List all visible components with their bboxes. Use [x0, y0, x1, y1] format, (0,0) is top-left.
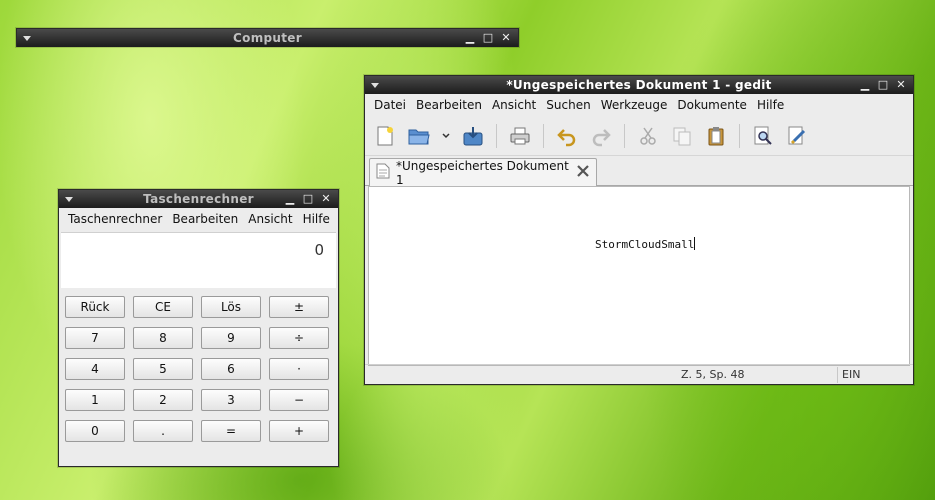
digit-8-button[interactable]: 8 [133, 327, 193, 349]
save-icon[interactable] [459, 122, 487, 150]
window-menu-icon[interactable] [368, 76, 382, 94]
document-tabbar: *Ungespeichertes Dokument 1 [365, 156, 913, 187]
document-tab-label: *Ungespeichertes Dokument 1 [396, 158, 569, 187]
digit-0-button[interactable]: 0 [65, 420, 125, 442]
digit-6-button[interactable]: 6 [201, 358, 261, 380]
menu-ansicht[interactable]: Ansicht [487, 98, 541, 112]
digit-1-button[interactable]: 1 [65, 389, 125, 411]
calculator-display: 0 [61, 232, 336, 288]
digit-4-button[interactable]: 4 [65, 358, 125, 380]
gedit-menubar: Datei Bearbeiten Ansicht Suchen Werkzeug… [365, 94, 913, 116]
clear-entry-button[interactable]: CE [133, 296, 193, 318]
computer-title: Computer [233, 31, 302, 45]
maximize-icon[interactable]: □ [480, 30, 496, 46]
menu-hilfe[interactable]: Hilfe [752, 98, 789, 112]
menu-werkzeuge[interactable]: Werkzeuge [596, 98, 673, 112]
close-icon[interactable]: ✕ [893, 77, 909, 93]
add-button[interactable]: + [269, 420, 329, 442]
calculator-window: Taschenrechner ▁ □ ✕ Taschenrechner Bear… [58, 189, 339, 467]
toolbar-separator [739, 123, 740, 148]
menu-datei[interactable]: Datei [369, 98, 411, 112]
calculator-titlebar[interactable]: Taschenrechner ▁ □ ✕ [59, 190, 338, 208]
document-icon [376, 163, 390, 182]
divide-button[interactable]: ÷ [269, 327, 329, 349]
cut-icon[interactable] [634, 122, 662, 150]
cursor-position: Z. 5, Sp. 48 [681, 368, 745, 381]
undo-icon[interactable] [553, 122, 581, 150]
calculator-menubar: Taschenrechner Bearbeiten Ansicht Hilfe [59, 208, 338, 230]
decimal-point-button[interactable]: . [133, 420, 193, 442]
window-menu-icon[interactable] [62, 190, 76, 208]
close-icon[interactable]: ✕ [498, 30, 514, 46]
menu-bearbeiten[interactable]: Bearbeiten [411, 98, 487, 112]
gedit-window: *Ungespeichertes Dokument 1 - gedit ▁ □ … [364, 75, 914, 385]
menu-hilfe[interactable]: Hilfe [298, 212, 335, 226]
redo-icon[interactable] [587, 122, 615, 150]
menu-suchen[interactable]: Suchen [541, 98, 595, 112]
document-tab[interactable]: *Ungespeichertes Dokument 1 [369, 158, 597, 187]
maximize-icon[interactable]: □ [300, 191, 316, 207]
multiply-button[interactable]: · [269, 358, 329, 380]
window-menu-icon[interactable] [20, 29, 34, 47]
close-icon[interactable]: ✕ [318, 191, 334, 207]
insert-mode: EIN [842, 368, 861, 381]
minimize-icon[interactable]: ▁ [462, 30, 478, 46]
find-icon[interactable] [749, 122, 777, 150]
computer-titlebar[interactable]: Computer ▁ □ ✕ [17, 29, 518, 47]
gedit-title: *Ungespeichertes Dokument 1 - gedit [506, 78, 772, 92]
replace-icon[interactable] [783, 122, 811, 150]
editor-text: StormCloudSmall [595, 238, 695, 251]
close-tab-icon[interactable] [576, 164, 590, 181]
minimize-icon[interactable]: ▁ [282, 191, 298, 207]
new-document-icon[interactable] [371, 122, 399, 150]
digit-3-button[interactable]: 3 [201, 389, 261, 411]
digit-5-button[interactable]: 5 [133, 358, 193, 380]
menu-dokumente[interactable]: Dokumente [672, 98, 752, 112]
computer-window: Computer ▁ □ ✕ [16, 28, 519, 47]
editor-content: StormCloudSmall [595, 237, 696, 251]
toolbar-separator [624, 123, 625, 148]
menu-ansicht[interactable]: Ansicht [243, 212, 297, 226]
gedit-toolbar [365, 116, 913, 156]
chevron-down-icon[interactable] [439, 122, 453, 150]
minimize-icon[interactable]: ▁ [857, 77, 873, 93]
digit-9-button[interactable]: 9 [201, 327, 261, 349]
gedit-titlebar[interactable]: *Ungespeichertes Dokument 1 - gedit ▁ □ … [365, 76, 913, 94]
copy-icon[interactable] [668, 122, 696, 150]
maximize-icon[interactable]: □ [875, 77, 891, 93]
open-folder-icon[interactable] [405, 122, 433, 150]
toolbar-separator [543, 123, 544, 148]
status-separator [837, 367, 838, 383]
menu-bearbeiten[interactable]: Bearbeiten [167, 212, 243, 226]
text-editor[interactable]: StormCloudSmall [368, 186, 910, 366]
digit-7-button[interactable]: 7 [65, 327, 125, 349]
menu-taschenrechner[interactable]: Taschenrechner [63, 212, 167, 226]
sign-button[interactable]: ± [269, 296, 329, 318]
print-icon[interactable] [506, 122, 534, 150]
subtract-button[interactable]: − [269, 389, 329, 411]
clear-button[interactable]: Lös [201, 296, 261, 318]
equals-button[interactable]: = [201, 420, 261, 442]
text-caret [694, 237, 696, 250]
statusbar: Z. 5, Sp. 48 EIN [365, 364, 913, 384]
calculator-keypad: Rück CE Lös ± 7 8 9 ÷ 4 5 6 · 1 2 3 − 0 … [59, 288, 338, 442]
toolbar-separator [496, 123, 497, 148]
backspace-button[interactable]: Rück [65, 296, 125, 318]
paste-icon[interactable] [702, 122, 730, 150]
digit-2-button[interactable]: 2 [133, 389, 193, 411]
